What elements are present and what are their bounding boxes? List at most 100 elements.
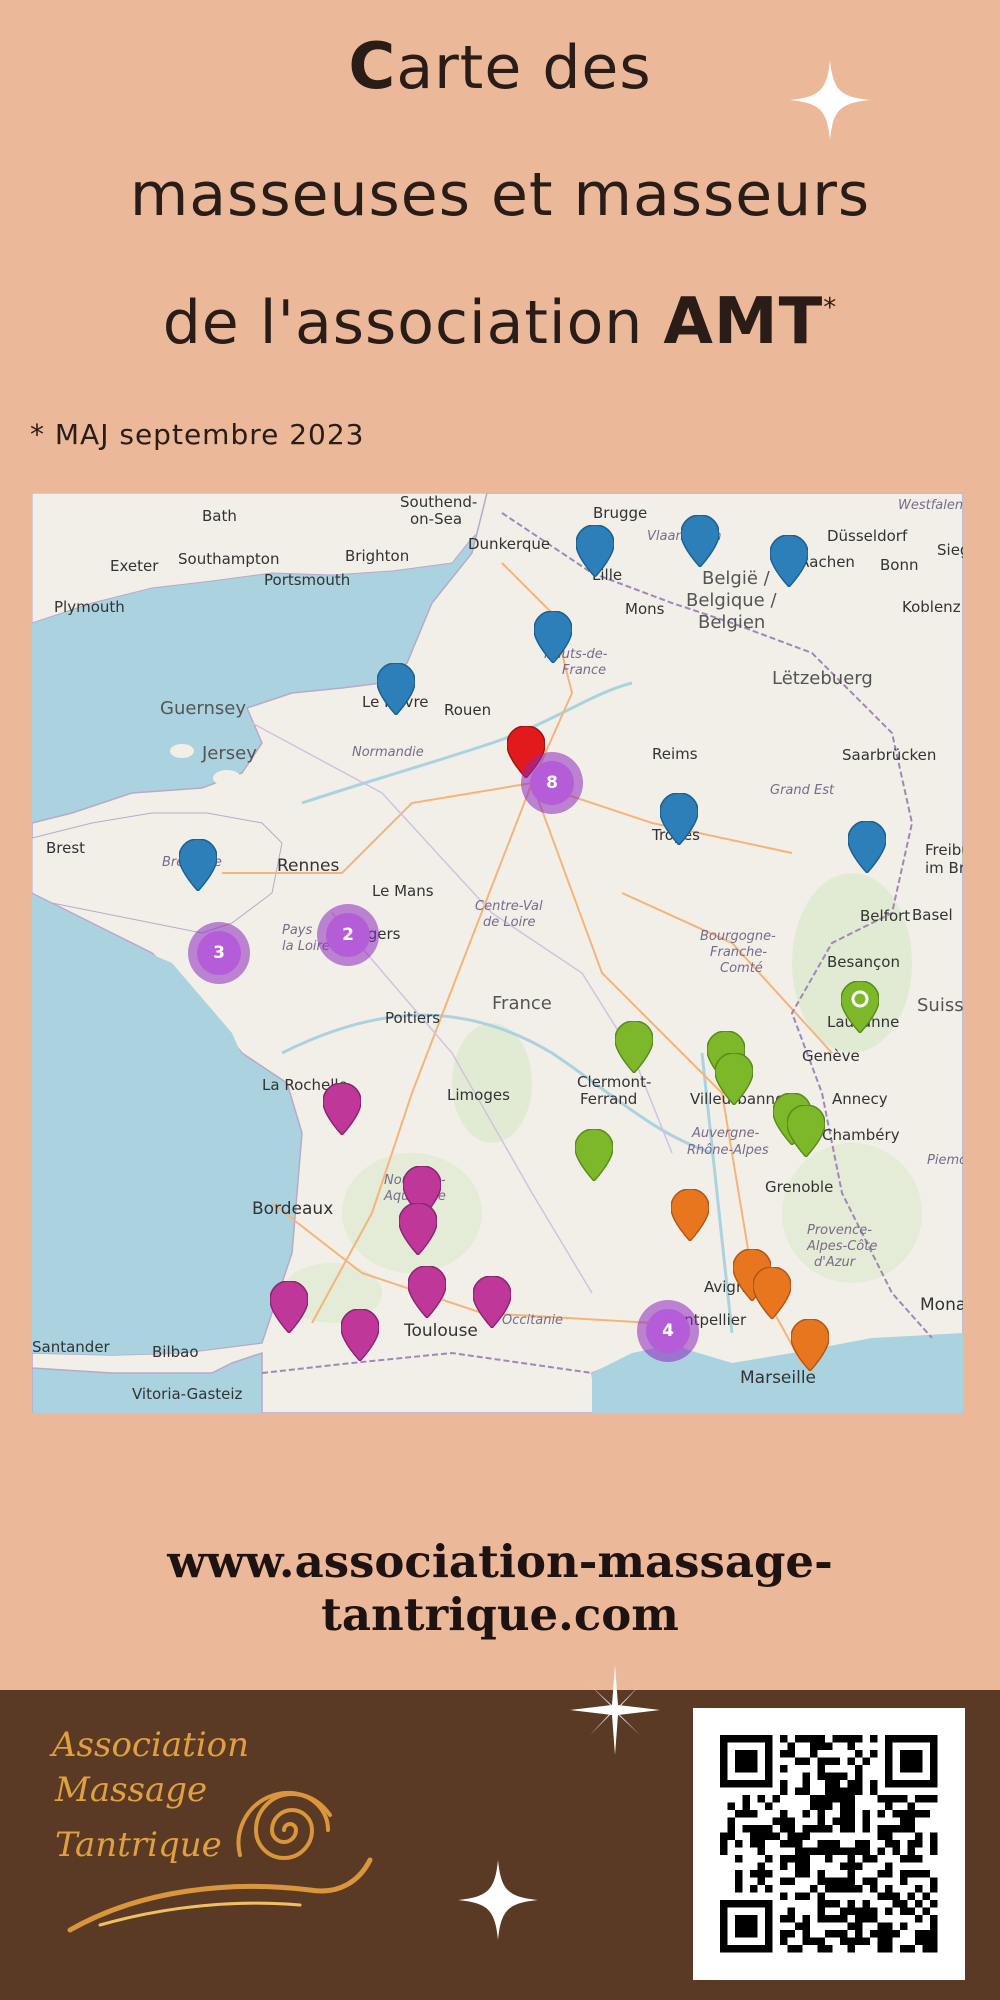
map-label: Sieg — [937, 541, 963, 559]
map-label: Chambéry — [822, 1126, 900, 1144]
map-label: France — [492, 993, 552, 1014]
map-pin-icon[interactable] — [681, 515, 719, 567]
map-pin-icon[interactable] — [534, 611, 572, 663]
map-label: België / — [702, 568, 770, 589]
map-pin-icon[interactable] — [753, 1267, 791, 1319]
map-label: Plymouth — [54, 598, 125, 616]
map-label: Guernsey — [160, 698, 247, 719]
map-label: Grenoble — [765, 1178, 834, 1196]
map-label: Normandie — [352, 745, 424, 760]
map-pin-icon[interactable] — [377, 663, 415, 715]
cluster-count: 3 — [197, 931, 241, 975]
map-pin-icon[interactable] — [787, 1105, 825, 1157]
map-label: Bonn — [880, 556, 919, 574]
cluster-count: 8 — [530, 761, 574, 805]
map-label: Franche- — [710, 945, 768, 960]
map-label: Santander — [32, 1338, 110, 1356]
map-label: Poitiers — [385, 1009, 441, 1027]
map-label: Brest — [46, 839, 86, 857]
map-pin-icon[interactable] — [671, 1189, 709, 1241]
map-pin-icon[interactable] — [848, 821, 886, 873]
map-label: Jersey — [202, 743, 257, 764]
map-label: France — [562, 663, 607, 678]
map-label: de Loire — [483, 915, 536, 930]
title-line-3: de l'association AMT* — [162, 285, 838, 359]
sparkle-icon — [570, 1665, 660, 1755]
map-label: Limoges — [447, 1086, 510, 1104]
map-label: Reims — [652, 745, 698, 763]
map-label: Le Mans — [372, 882, 434, 900]
website-link[interactable]: www.association-massage-tantrique.com — [0, 1535, 1000, 1641]
sparkle-icon — [458, 1860, 538, 1940]
map-label: Belfort — [860, 907, 911, 925]
map-label: Annecy — [832, 1090, 888, 1108]
map-label: Basel — [912, 906, 953, 924]
map-label: im Breis — [925, 859, 963, 877]
map-label: Monaco — [920, 1295, 963, 1315]
map-label: Exeter — [110, 557, 159, 575]
map-label: Westfalen — [898, 498, 963, 513]
map-label: Düsseldorf — [827, 527, 908, 545]
map-pin-icon[interactable] — [615, 1021, 653, 1073]
map-label: d'Azur — [814, 1255, 856, 1270]
map-label: Brighton — [345, 547, 410, 565]
map-pin-icon[interactable] — [715, 1053, 753, 1105]
map-label: Clermont- — [577, 1073, 652, 1091]
map-pin-icon[interactable] — [660, 793, 698, 845]
map-pin-icon[interactable] — [576, 525, 614, 577]
map-label: Genève — [802, 1047, 860, 1065]
map-label: Brugge — [593, 504, 648, 522]
map-cluster-paris[interactable]: 8 — [521, 752, 583, 814]
map-label: Occitanie — [502, 1313, 564, 1328]
map-pin-icon[interactable] — [323, 1083, 361, 1135]
map-label: Belgique / — [686, 590, 777, 611]
map-cluster-nantes[interactable]: 3 — [188, 922, 250, 984]
map-label: Bourgogne- — [700, 929, 776, 944]
map-pin-icon[interactable] — [473, 1276, 511, 1328]
map-pin-icon[interactable] — [270, 1281, 308, 1333]
map-cluster-angers[interactable]: 2 — [317, 904, 379, 966]
map-label: Freibu — [925, 841, 963, 859]
map-label: Rouen — [444, 701, 492, 719]
logo-text-line-1: Association — [52, 1725, 250, 1765]
map-pin-icon[interactable] — [408, 1266, 446, 1318]
map-pin-icon[interactable] — [841, 981, 879, 1033]
map-label: Lëtzebuerg — [772, 668, 873, 689]
map[interactable]: Bath Southend- on-Sea Brugge Westfalen E… — [32, 493, 963, 1413]
map-label: Rennes — [277, 856, 340, 876]
cluster-count: 2 — [326, 913, 370, 957]
map-label: Centre-Val — [475, 899, 543, 914]
map-label: Comté — [720, 961, 763, 976]
map-label: Toulouse — [404, 1321, 478, 1341]
qr-code[interactable] — [693, 1708, 965, 1980]
cluster-count: 4 — [646, 1309, 690, 1353]
map-pin-icon[interactable] — [399, 1203, 437, 1255]
map-label: Southend- — [400, 493, 478, 511]
title-line-2: masseuses et masseurs — [129, 160, 871, 230]
map-label: Vitoria-Gasteiz — [132, 1385, 243, 1403]
map-pin-icon[interactable] — [575, 1129, 613, 1181]
map-pin-icon[interactable] — [791, 1319, 829, 1371]
map-label: Dunkerque — [468, 535, 551, 553]
map-label: Auvergne- — [692, 1126, 760, 1141]
qr-code-icon — [720, 1735, 938, 1953]
sparkle-icon — [790, 60, 870, 140]
map-label: Southampton — [178, 550, 280, 568]
map-pin-icon[interactable] — [341, 1309, 379, 1361]
map-background — [32, 493, 963, 1413]
update-note: * MAJ septembre 2023 — [30, 418, 365, 451]
map-label: Piemo — [927, 1153, 963, 1168]
map-label: Suiss — [917, 995, 963, 1016]
map-cluster-montpellier[interactable]: 4 — [637, 1300, 699, 1362]
map-label: Marseille — [740, 1368, 817, 1388]
map-pin-icon[interactable] — [179, 839, 217, 891]
map-label: Pays — [282, 923, 313, 938]
map-label: Rhône-Alpes — [687, 1143, 769, 1158]
map-label: Bath — [202, 507, 237, 525]
map-label: Bordeaux — [252, 1199, 334, 1219]
map-label: Saarbrücken — [842, 746, 937, 764]
map-pin-icon[interactable] — [770, 535, 808, 587]
map-label: Bilbao — [152, 1343, 199, 1361]
map-label: Koblenz — [902, 598, 961, 616]
logo-spiral-icon — [67, 1790, 373, 1933]
